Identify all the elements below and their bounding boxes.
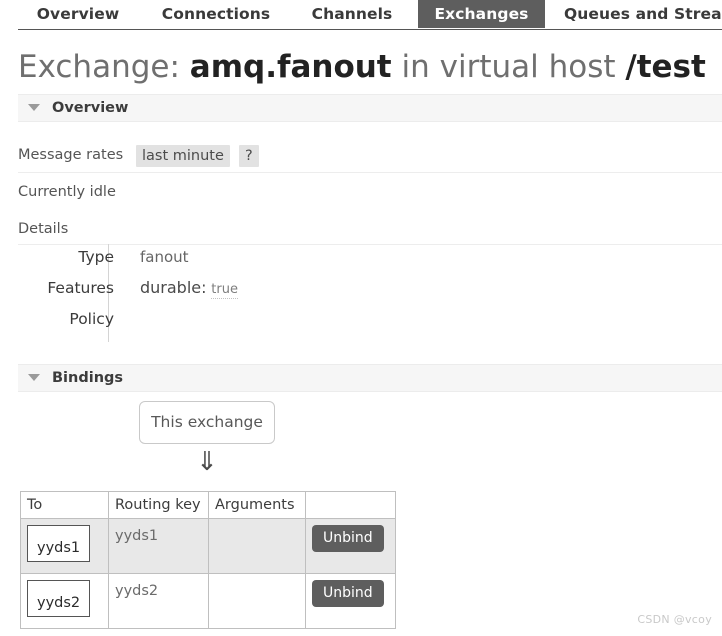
tab-overview[interactable]: Overview <box>18 0 138 28</box>
feature-name-durable: durable: <box>140 278 207 297</box>
tab-exchanges[interactable]: Exchanges <box>418 0 545 28</box>
binding-action-cell: Unbind <box>305 573 396 629</box>
binding-routing-key-cell: yyds2 <box>108 573 209 629</box>
binding-arguments-cell <box>208 518 306 574</box>
column-header-actions <box>305 491 396 519</box>
details-row-type: Type fanout <box>18 243 722 274</box>
section-header-overview-label: Overview <box>52 100 129 116</box>
binding-routing-key-cell: yyds1 <box>108 518 209 574</box>
column-header-routing-key[interactable]: Routing key <box>108 491 209 519</box>
down-arrow-icon: ⇓ <box>196 447 218 477</box>
tab-connections-label: Connections <box>161 5 271 23</box>
details-key-features: Features <box>47 279 114 297</box>
arguments-value <box>215 580 299 582</box>
chevron-down-icon <box>28 374 40 381</box>
page-title-middle: in virtual host <box>401 49 616 85</box>
tab-channels[interactable]: Channels <box>300 0 404 28</box>
page-title-prefix: Exchange: <box>18 49 180 85</box>
column-header-to[interactable]: To <box>20 491 109 519</box>
table-row: yyds1 yyds1 Unbind <box>20 518 396 574</box>
section-header-bindings-label: Bindings <box>52 370 124 386</box>
currently-idle-text: Currently idle <box>18 184 116 200</box>
tab-connections[interactable]: Connections <box>153 0 279 28</box>
binding-action-cell: Unbind <box>305 518 396 574</box>
details-row-features: Features durable: true <box>18 274 722 305</box>
details-row-policy: Policy <box>18 305 722 336</box>
rate-period-chip[interactable]: last minute <box>136 145 230 167</box>
binding-to-cell: yyds2 <box>20 573 109 629</box>
tab-queues-and-streams-label: Queues and Streams <box>564 5 722 23</box>
queue-link-yyds1[interactable]: yyds1 <box>27 525 91 562</box>
details-value-features: durable: true <box>140 274 238 304</box>
section-header-overview[interactable]: Overview <box>18 94 722 122</box>
routing-key-value: yyds1 <box>115 528 159 544</box>
column-header-arguments[interactable]: Arguments <box>208 491 306 519</box>
unbind-button[interactable]: Unbind <box>312 580 384 607</box>
details-key-type: Type <box>78 248 114 266</box>
page-title-vhost: /test <box>625 49 706 85</box>
tab-queues-and-streams[interactable]: Queues and Streams <box>564 0 722 28</box>
table-row: yyds2 yyds2 Unbind <box>20 573 396 629</box>
nav-underline-divider <box>18 29 722 30</box>
page-title: Exchange: amq.fanout in virtual host /te… <box>18 48 706 86</box>
bindings-table: To Routing key Arguments yyds1 yyds1 Unb… <box>20 491 396 629</box>
details-label: Details <box>18 221 69 237</box>
details-key-policy: Policy <box>69 310 114 328</box>
message-rates-row: Message rates last minute ? <box>18 140 722 173</box>
tab-overview-label: Overview <box>36 5 120 23</box>
details-subheader-row: Details <box>18 214 722 245</box>
tab-exchanges-label: Exchanges <box>434 5 529 23</box>
binding-arguments-cell <box>208 573 306 629</box>
bindings-table-header-row: To Routing key Arguments <box>20 491 396 519</box>
message-rates-label: Message rates <box>18 147 124 163</box>
details-value-type: fanout <box>140 248 189 266</box>
queue-link-yyds2[interactable]: yyds2 <box>27 580 91 617</box>
feature-value-durable: true <box>211 282 238 299</box>
binding-to-cell: yyds1 <box>20 518 109 574</box>
section-header-bindings[interactable]: Bindings <box>18 364 722 392</box>
details-grid: Type fanout Features durable: true Polic… <box>18 243 722 336</box>
arguments-value <box>215 525 299 527</box>
watermark: CSDN @vcoy <box>637 613 712 626</box>
main-navigation-tabs: Overview Connections Channels Exchanges … <box>0 0 722 30</box>
unbind-button[interactable]: Unbind <box>312 525 384 552</box>
page-title-exchange-name: amq.fanout <box>189 49 392 85</box>
tab-channels-label: Channels <box>311 5 393 23</box>
this-exchange-node[interactable]: This exchange <box>139 401 275 444</box>
chevron-down-icon <box>28 104 40 111</box>
routing-key-value: yyds2 <box>115 583 159 599</box>
help-chip[interactable]: ? <box>239 145 259 167</box>
